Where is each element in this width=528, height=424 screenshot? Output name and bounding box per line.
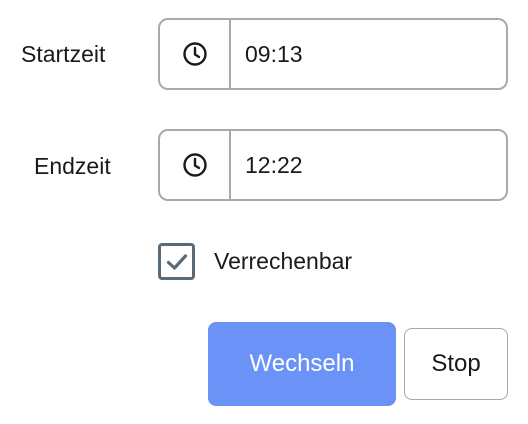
checkmark-icon — [166, 253, 187, 270]
start-time-field[interactable] — [158, 18, 528, 90]
clock-icon — [182, 153, 207, 177]
switch-button[interactable]: Wechseln — [208, 322, 396, 406]
time-entry-form: Startzeit Endzeit Verrechenbar Wechseln … — [0, 0, 528, 424]
clock-icon — [182, 42, 207, 66]
billable-label[interactable]: Verrechenbar — [214, 248, 352, 275]
end-time-field[interactable] — [158, 129, 528, 201]
start-time-clock-icon-cell[interactable] — [160, 20, 231, 88]
end-time-label: Endzeit — [34, 153, 111, 179]
stop-button[interactable]: Stop — [404, 328, 508, 400]
end-time-input[interactable] — [231, 131, 528, 199]
start-time-input[interactable] — [231, 20, 528, 88]
start-time-label: Startzeit — [21, 41, 106, 67]
billable-checkbox[interactable] — [158, 243, 195, 280]
end-time-clock-icon-cell[interactable] — [160, 131, 231, 199]
